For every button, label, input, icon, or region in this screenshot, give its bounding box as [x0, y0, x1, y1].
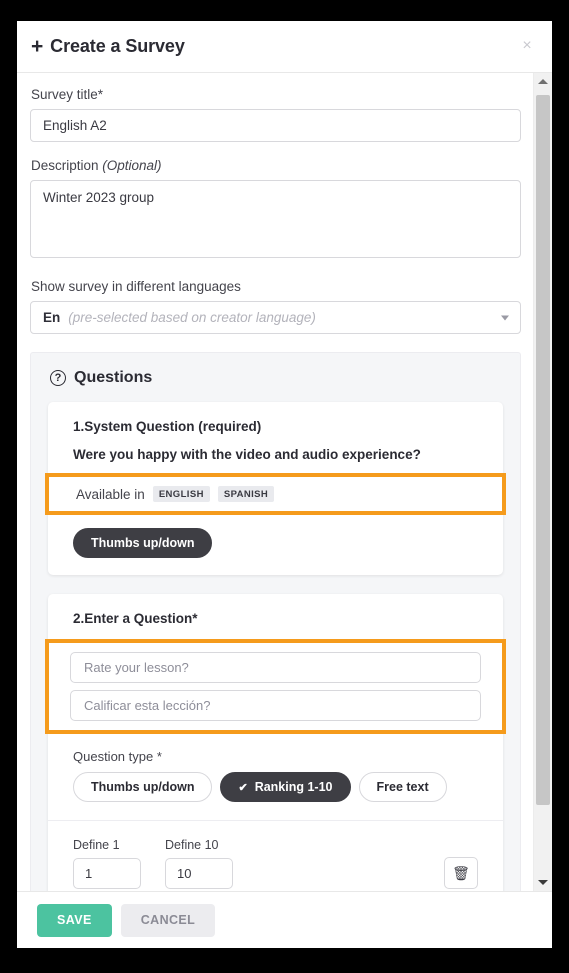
create-survey-modal: + Create a Survey × Survey title* Descri… — [17, 21, 552, 948]
question-type-options: Thumbs up/down ✔ Ranking 1-10 Free text — [73, 772, 478, 802]
question-1-type-pill[interactable]: Thumbs up/down — [73, 528, 213, 558]
question-1-text: Were you happy with the video and audio … — [73, 447, 421, 462]
question-2-input-spanish[interactable] — [70, 690, 481, 721]
question-2-inputs-highlight — [45, 639, 506, 734]
available-in-label: Available in — [76, 486, 145, 502]
page-title: + Create a Survey — [31, 36, 185, 57]
language-label: Show survey in different languages — [31, 279, 241, 294]
modal-header: + Create a Survey × — [17, 21, 552, 73]
question-type-freetext[interactable]: Free text — [358, 772, 447, 802]
language-badge-spanish: SPANISH — [217, 486, 275, 502]
language-select[interactable]: En (pre-selected based on creator langua… — [30, 301, 521, 334]
help-circle-icon: ? — [50, 370, 66, 386]
scroll-down-icon[interactable] — [534, 874, 552, 891]
scrollbar[interactable] — [533, 73, 552, 891]
question-card-2: 2.Enter a Question* Question type * Thum… — [45, 594, 506, 891]
questions-panel: ? Questions 1.System Question (required)… — [30, 352, 521, 891]
define-max-input[interactable] — [165, 858, 233, 889]
trash-icon: 🗑 — [452, 865, 470, 881]
language-code: En — [43, 310, 61, 325]
scroll-content: Survey title* Description (Optional) Sho… — [17, 73, 533, 891]
chevron-down-icon — [501, 315, 509, 320]
scrollbar-thumb[interactable] — [536, 95, 550, 805]
available-languages-highlight: Available in ENGLISH SPANISH — [45, 473, 506, 515]
description-label: Description (Optional) — [31, 158, 521, 173]
define-min-input[interactable] — [73, 858, 141, 889]
description-input[interactable] — [30, 180, 521, 258]
questions-title-text: Questions — [74, 369, 153, 386]
language-badge-english: ENGLISH — [152, 486, 210, 502]
define-range-row: Define 1 Define 10 🗑 — [48, 821, 503, 889]
question-type-label: Question type * — [73, 749, 162, 764]
language-hint: (pre-selected based on creator language) — [68, 310, 316, 325]
question-type-ranking-label: Ranking 1-10 — [254, 780, 333, 794]
define-min-label: Define 1 — [73, 838, 120, 852]
description-optional-text: (Optional) — [102, 158, 162, 173]
define-max-label: Define 10 — [165, 838, 219, 852]
modal-title-text: Create a Survey — [50, 36, 185, 56]
question-type-thumbs[interactable]: Thumbs up/down — [73, 772, 213, 802]
modal-body: Survey title* Description (Optional) Sho… — [17, 73, 552, 891]
question-card-1: 1.System Question (required) Were you ha… — [45, 402, 506, 575]
plus-icon: + — [31, 35, 44, 58]
close-icon[interactable]: × — [516, 35, 538, 57]
save-button[interactable]: SAVE — [37, 903, 112, 937]
question-2-number: 2.Enter a Question* — [73, 611, 198, 626]
scroll-up-icon[interactable] — [534, 73, 552, 90]
available-in-row: Available in ENGLISH SPANISH — [76, 486, 475, 502]
question-2-input-english[interactable] — [70, 652, 481, 683]
questions-section-title: ? Questions — [48, 369, 503, 387]
question-type-ranking[interactable]: ✔ Ranking 1-10 — [220, 772, 351, 802]
survey-title-label: Survey title* — [31, 87, 104, 102]
description-label-text: Description — [31, 158, 103, 173]
check-icon: ✔ — [238, 781, 248, 794]
delete-question-button[interactable]: 🗑 — [444, 857, 478, 889]
survey-title-input[interactable] — [30, 109, 521, 142]
modal-footer: SAVE CANCEL — [17, 891, 552, 948]
question-1-number: 1.System Question (required) — [73, 419, 262, 434]
cancel-button[interactable]: CANCEL — [120, 903, 216, 937]
